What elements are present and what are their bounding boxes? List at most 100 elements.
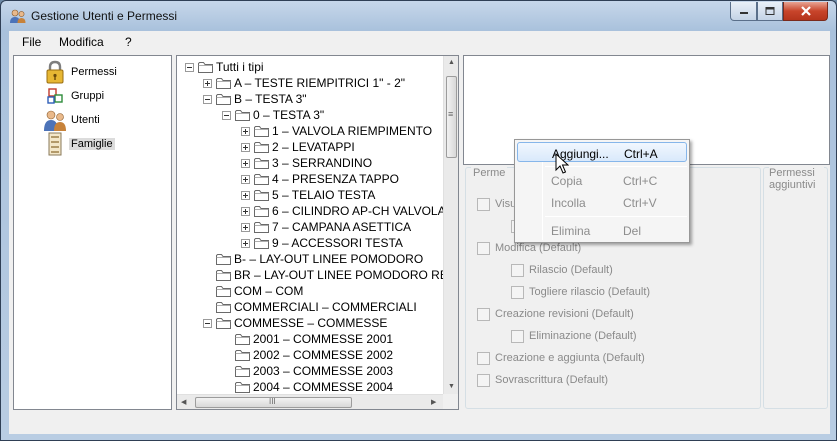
folder-icon [216,286,231,297]
close-button[interactable] [783,2,828,21]
tree-node-label: 1 – VALVOLA RIEMPIMENTO [272,124,433,138]
expand-icon[interactable] [241,127,250,136]
folder-icon [216,270,231,281]
checkbox[interactable] [477,374,490,387]
app-window: Gestione Utenti e Permessi File Modifica… [0,0,837,441]
menu-item-shortcut: Ctrl+A [624,147,658,161]
permission-label: Eliminazione (Default) [529,330,637,342]
menu-item-elimina[interactable]: Elimina Del [517,220,687,240]
menu-item-label: Elimina [551,224,591,238]
expand-icon[interactable] [241,207,250,216]
tree-node-label: COM – COM [234,284,304,298]
checkbox[interactable] [511,264,524,277]
expand-icon[interactable] [241,223,250,232]
expand-icon[interactable] [241,143,250,152]
title-bar[interactable]: Gestione Utenti e Permessi [1,1,836,31]
menu-item-aggiungi[interactable]: Aggiungi... Ctrl+A [517,142,687,162]
vertical-scrollbar[interactable]: ▲ ≡ ▼ [443,56,458,394]
expand-icon[interactable] [203,79,212,88]
users-app-icon [10,9,26,23]
expand-icon[interactable] [241,159,250,168]
scroll-up-icon[interactable]: ▲ [448,59,455,66]
expand-icon[interactable] [241,239,250,248]
vertical-scroll-thumb[interactable]: ≡ [446,76,457,158]
tree-node-label: 9 – ACCESSORI TESTA [272,236,403,250]
grip-icon: III [269,397,276,406]
collapse-icon[interactable] [222,111,231,120]
folder-icon [254,190,269,201]
menu-help[interactable]: ? [125,35,132,49]
tree-node-label: 5 – TELAIO TESTA [272,188,376,202]
checkbox[interactable] [511,330,524,343]
menu-bar: File Modifica ? [9,31,830,53]
checkbox[interactable] [511,286,524,299]
menu-modifica[interactable]: Modifica [59,35,104,49]
collapse-icon[interactable] [203,95,212,104]
folder-icon [254,222,269,233]
horizontal-scrollbar[interactable]: ◀ III ▶ [177,394,443,409]
folder-icon [216,78,231,89]
group-blocks-icon [47,88,63,104]
tree-node-label: 2003 – COMMESSE 2003 [253,364,394,378]
menu-file[interactable]: File [22,35,41,49]
tree-node-label: Tutti i tipi [216,60,264,74]
maximize-button[interactable] [757,2,783,21]
tree-node-label: COMMESSE – COMMESSE [234,316,388,330]
tree-node-label: 2001 – COMMESSE 2001 [253,332,394,346]
folder-icon [254,206,269,217]
tree-node-label: COMMERCIALI – COMMERCIALI [234,300,417,314]
maximize-icon [765,7,775,15]
tree-node-label: 2004 – COMMESSE 2004 [253,380,394,394]
minimize-button[interactable] [730,2,757,21]
menu-item-incolla[interactable]: Incolla Ctrl+V [517,192,687,212]
menu-item-label: Incolla [551,196,586,210]
menu-separator [545,216,687,217]
families-icon [48,132,62,156]
tree-node-label: 0 – TESTA 3" [253,108,325,122]
expand-icon[interactable] [241,175,250,184]
folder-icon [235,350,250,361]
menu-item-copia[interactable]: Copia Ctrl+C [517,170,687,190]
families-tree: Tutti i tipi A – TESTE RIEMPITRICI 1" - 2… [176,55,459,410]
folder-icon [254,158,269,169]
expand-icon[interactable] [241,191,250,200]
folder-icon [254,238,269,249]
folder-icon [254,142,269,153]
permission-label: Creazione e aggiunta (Default) [495,352,645,364]
category-list: Permessi Gruppi Utenti Famiglie [13,55,172,410]
extra-permissions-label: Permessi aggiuntivi [769,167,824,191]
checkbox[interactable] [477,242,490,255]
checkbox[interactable] [477,198,490,211]
scroll-right-icon[interactable]: ▶ [431,398,436,406]
menu-item-shortcut: Ctrl+C [623,174,658,188]
tree-node-label: B – TESTA 3" [234,92,307,106]
window-title: Gestione Utenti e Permessi [31,9,178,23]
menu-item-label: Copia [551,174,583,188]
collapse-icon[interactable] [185,63,194,72]
category-label: Permessi [71,66,117,78]
permission-label: Modifica (Default) [495,242,582,254]
tree-node-label: B- – LAY-OUT LINEE POMODORO [234,252,424,266]
checkbox[interactable] [477,352,490,365]
folder-icon [254,174,269,185]
users-icon [44,110,66,131]
tree-viewport: Tutti i tipi A – TESTE RIEMPITRICI 1" - 2… [177,56,443,394]
scroll-down-icon[interactable]: ▼ [448,383,455,390]
tree-node-label: A – TESTE RIEMPITRICI 1" - 2" [234,76,406,90]
folder-icon [216,302,231,313]
permission-label: Rilascio (Default) [529,264,613,276]
horizontal-scroll-thumb[interactable]: III [195,397,352,408]
menu-item-shortcut: Ctrl+V [623,196,657,210]
collapse-icon[interactable] [203,319,212,328]
close-icon [800,6,811,16]
folder-icon [235,334,250,345]
scroll-left-icon[interactable]: ◀ [181,398,186,406]
folder-icon [235,110,250,121]
checkbox[interactable] [477,308,490,321]
category-label: Famiglie [69,138,115,150]
tree-node-label: 4 – PRESENZA TAPPO [272,172,399,186]
folder-icon [254,126,269,137]
permission-label: Sovrascrittura (Default) [495,374,609,386]
folder-icon [216,318,231,329]
folder-icon [198,62,213,73]
